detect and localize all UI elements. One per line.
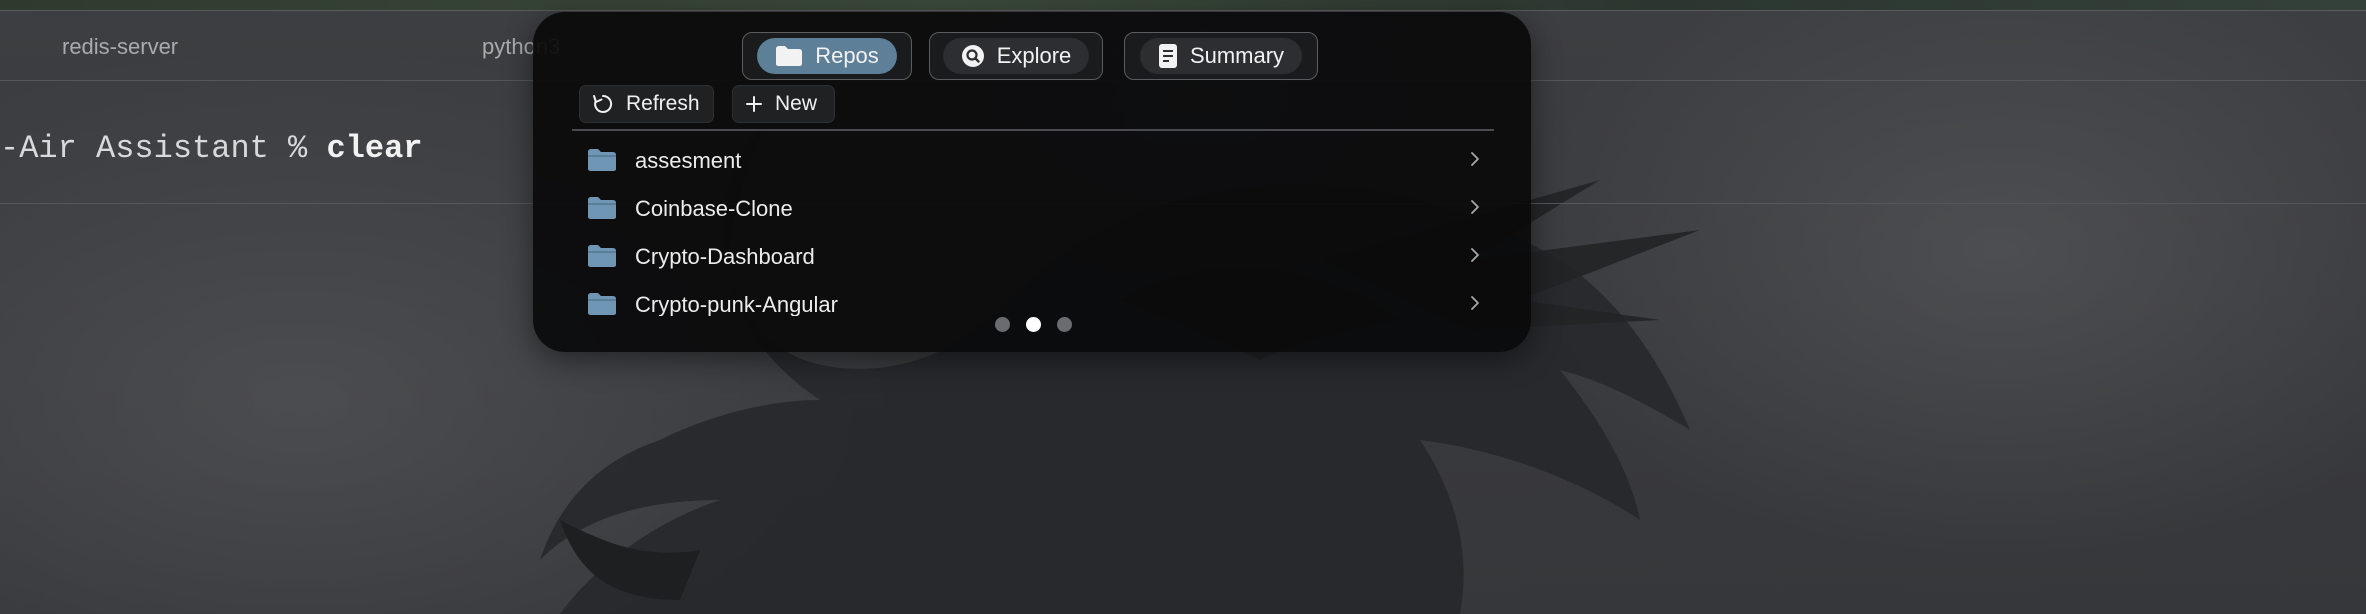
chevron-right-icon [1471, 152, 1479, 166]
command-text: clear [326, 130, 423, 167]
segment-explore-label: Explore [996, 43, 1072, 68]
chevron-right-icon [1471, 248, 1479, 262]
new-button[interactable]: New [732, 85, 835, 123]
segment-explore-button[interactable]: Explore [929, 32, 1103, 80]
folder-icon [588, 293, 616, 315]
new-label: New [775, 92, 818, 115]
repo-list[interactable]: assesment Coinbase-Clone Crypto-Dashboar… [573, 136, 1495, 316]
list-item[interactable]: Crypto-Dashboard [573, 232, 1495, 280]
toolbar-divider [572, 129, 1494, 131]
terminal-tab-redis[interactable]: redis-server [62, 34, 178, 60]
page-indicator [993, 314, 1073, 334]
refresh-icon [593, 94, 613, 113]
list-item[interactable]: assesment [573, 136, 1495, 184]
segment-summary-pill: Summary [1139, 38, 1303, 74]
folder-icon [588, 149, 616, 171]
segment-summary-button[interactable]: Summary [1124, 32, 1318, 80]
segment-summary-label: Summary [1189, 43, 1285, 68]
prompt-text: -Air Assistant % [0, 130, 327, 167]
document-icon [1158, 44, 1177, 68]
refresh-label: Refresh [626, 92, 700, 115]
search-icon [961, 45, 984, 67]
refresh-button[interactable]: Refresh [579, 85, 714, 123]
terminal-prompt: -Air Assistant % clear [0, 130, 422, 167]
plus-icon [746, 96, 762, 112]
segment-repos-button[interactable]: Repos [742, 32, 912, 80]
chevron-right-icon [1471, 296, 1479, 310]
repo-name: Crypto-punk-Angular [635, 292, 838, 316]
list-item[interactable]: Crypto-punk-Angular [573, 280, 1495, 316]
assistant-panel: Repos Explore Summary Refresh New assesm… [533, 12, 1531, 352]
page-dot-3[interactable] [1056, 316, 1072, 332]
folder-icon [588, 245, 616, 267]
list-item[interactable]: Coinbase-Clone [573, 184, 1495, 232]
page-dot-2[interactable] [1025, 316, 1041, 332]
folder-icon [588, 197, 616, 219]
page-dot-1[interactable] [994, 316, 1010, 332]
repo-name: Coinbase-Clone [635, 196, 793, 221]
folder-icon [776, 46, 803, 66]
repo-name: assesment [635, 148, 742, 173]
segment-explore-pill: Explore [942, 38, 1090, 74]
chevron-right-icon [1471, 200, 1479, 214]
repo-name: Crypto-Dashboard [635, 244, 815, 269]
segment-repos-pill: Repos [757, 38, 897, 74]
segment-repos-label: Repos [815, 43, 879, 68]
